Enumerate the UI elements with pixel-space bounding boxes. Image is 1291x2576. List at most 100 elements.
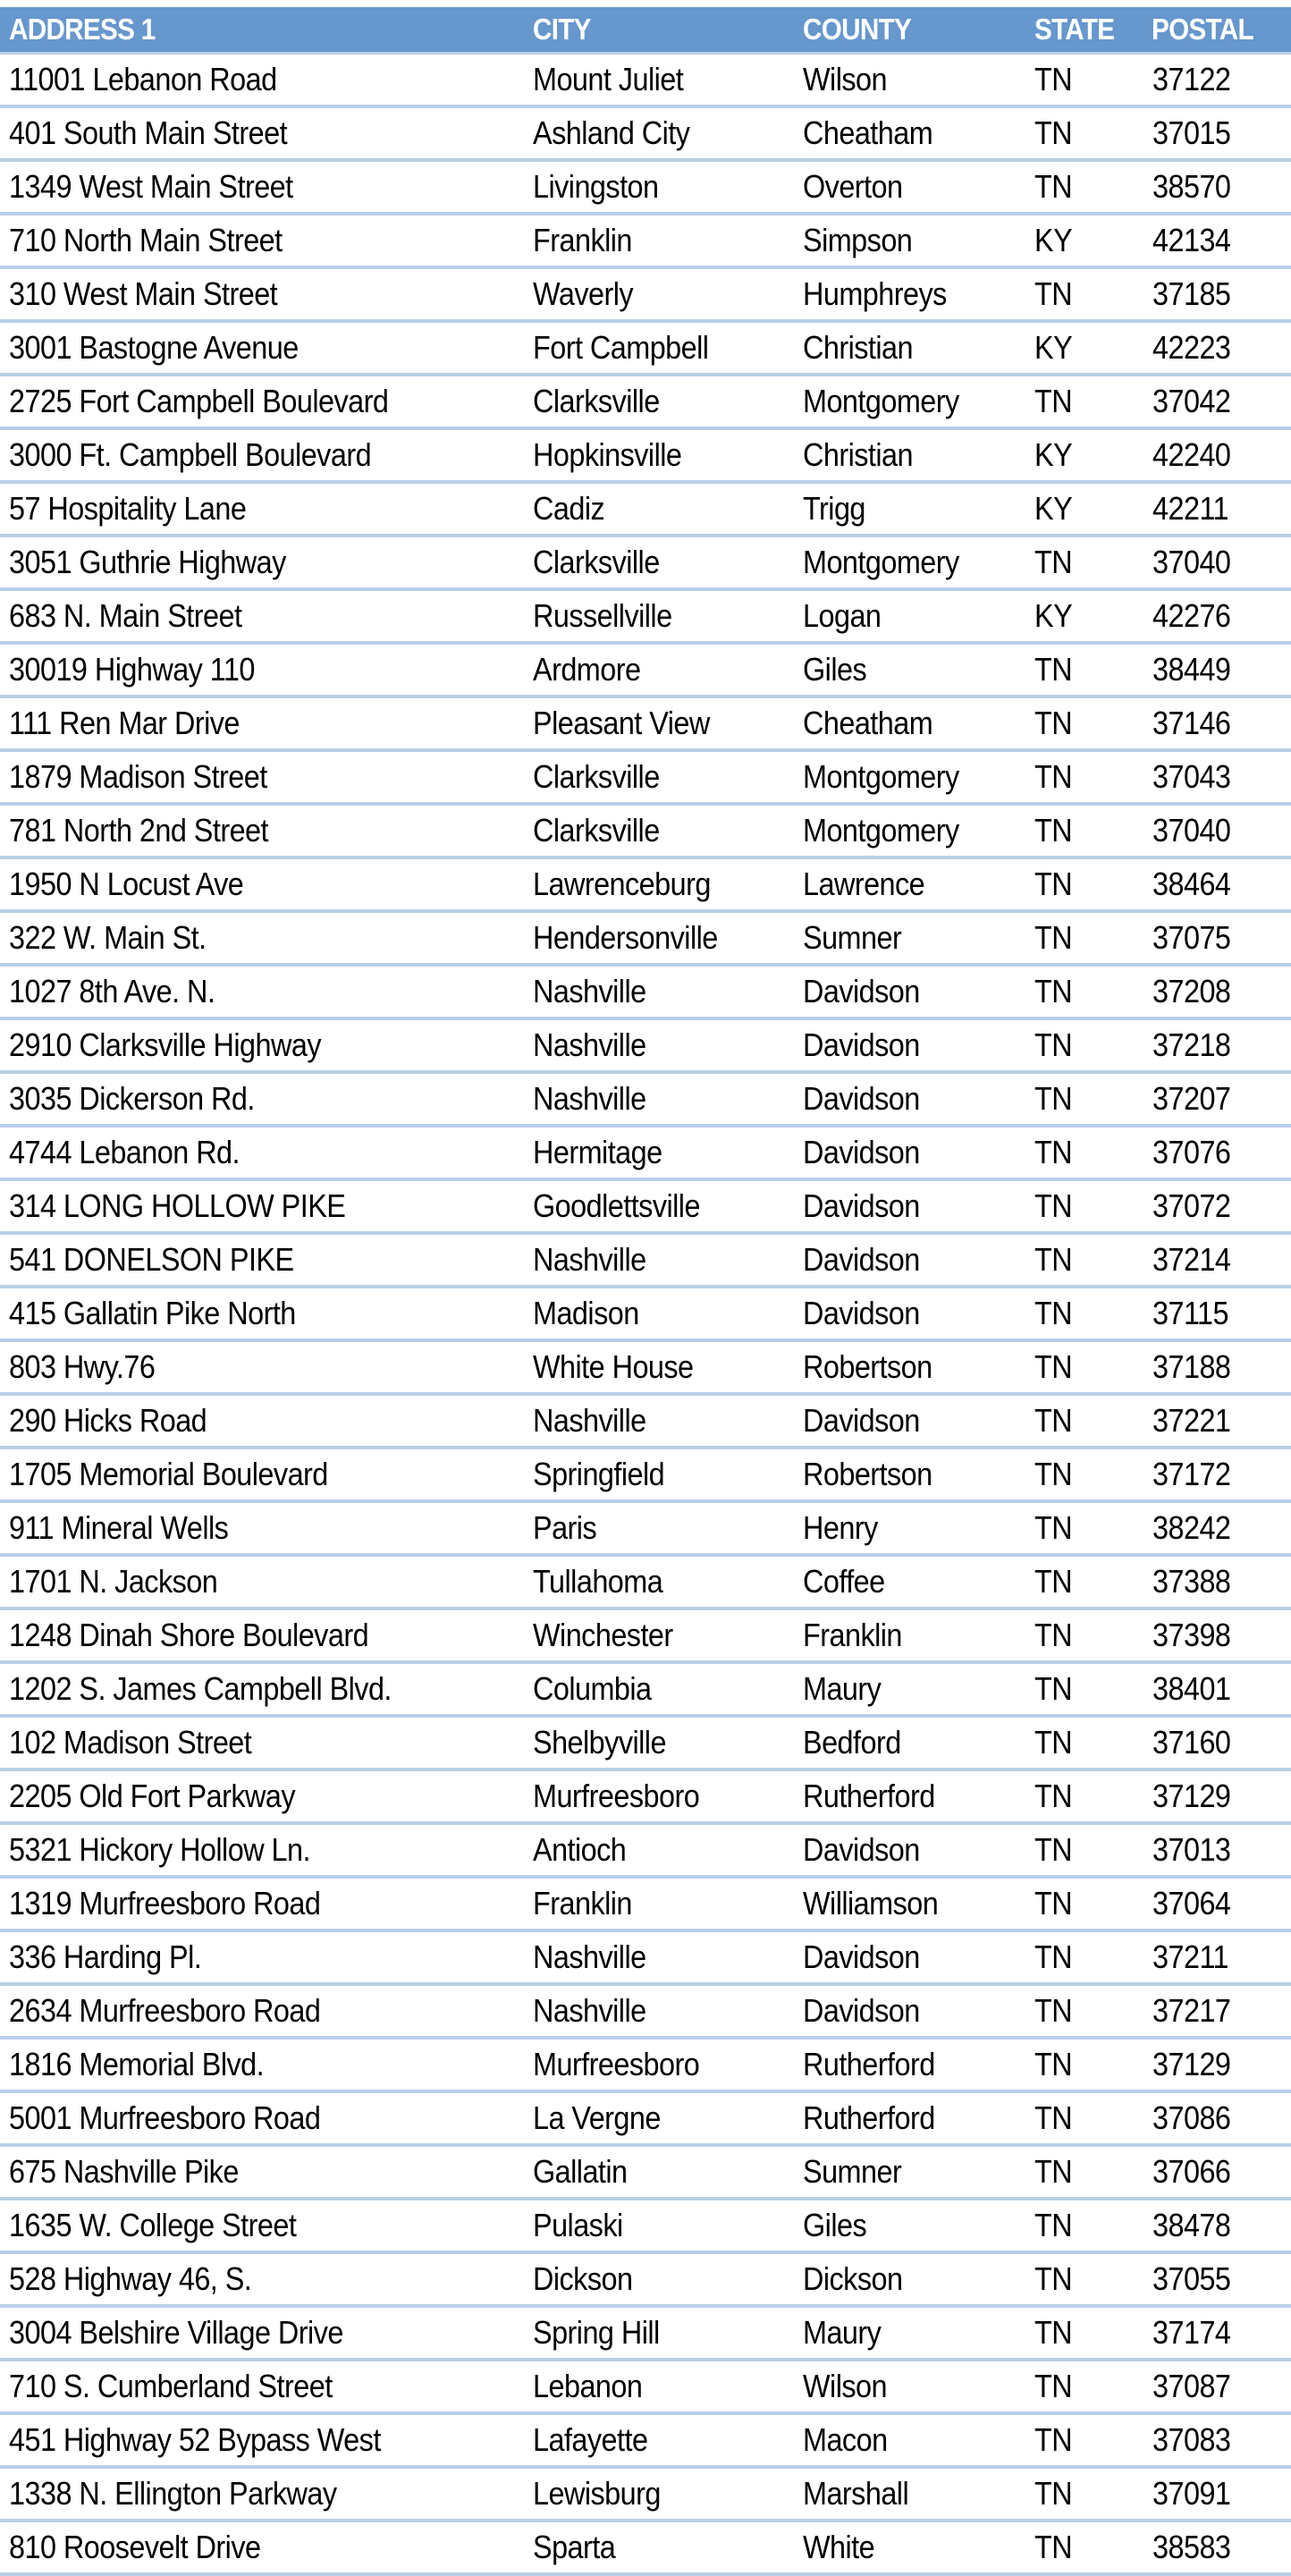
header-address[interactable]: ADDRESS 1	[9, 13, 156, 46]
header-state[interactable]: STATE	[1034, 13, 1115, 46]
cell-city: Hermitage	[533, 1134, 662, 1170]
table-row[interactable]: 401 South Main Street Ashland City Cheatha…	[0, 108, 1291, 162]
cell-postal: 37122	[1152, 61, 1231, 97]
cell-city: Shelbyville	[533, 1724, 666, 1761]
table-row[interactable]: 803 Hwy.76 White House Robertson TN 37188	[0, 1342, 1291, 1396]
table-row[interactable]: 57 Hospitality Lane Cadiz Trigg KY 42211	[0, 484, 1291, 537]
table-row[interactable]: 4744 Lebanon Rd. Hermitage Davidson TN 37076	[0, 1128, 1291, 1181]
table-row[interactable]: 1248 Dinah Shore Boulevard Winchester Fran…	[0, 1610, 1291, 1664]
cell-city: White House	[533, 1348, 694, 1385]
header-city[interactable]: CITY	[533, 13, 591, 46]
header-postal[interactable]: POSTAL	[1152, 13, 1254, 46]
cell-city: Lawrenceburg	[533, 866, 711, 902]
table-row[interactable]: 911 Mineral Wells Paris Henry TN 38242	[0, 1503, 1291, 1557]
table-row[interactable]: 2634 Murfreesboro Road Nashville Davidson T…	[0, 1986, 1291, 2040]
table-row[interactable]: 1202 S. James Campbell Blvd. Columbia Maur…	[0, 1664, 1291, 1718]
table-row[interactable]: 11001 Lebanon Road Mount Juliet Wilson TN 37…	[0, 55, 1291, 108]
table-row[interactable]: 1879 Madison Street Clarksville Montgomery…	[0, 752, 1291, 806]
table-row[interactable]: 322 W. Main St. Hendersonville Sumner TN 370…	[0, 913, 1291, 967]
cell-postal: 38449	[1152, 651, 1231, 688]
table-row[interactable]: 5321 Hickory Hollow Ln. Antioch Davidson TN…	[0, 1825, 1291, 1879]
table-row[interactable]: 3035 Dickerson Rd. Nashville Davidson TN 372…	[0, 1074, 1291, 1128]
cell-postal: 42276	[1152, 597, 1231, 634]
cell-postal: 42223	[1152, 329, 1231, 366]
cell-address: 1349 West Main Street	[9, 168, 293, 205]
cell-city: Clarksville	[533, 758, 660, 795]
table-row[interactable]: 710 North Main Street Franklin Simpson KY 42…	[0, 215, 1291, 269]
table-row[interactable]: 710 S. Cumberland Street Lebanon Wilson TN 3…	[0, 2361, 1291, 2415]
table-row[interactable]: 2910 Clarksville Highway Nashville Davidso…	[0, 1020, 1291, 1074]
cell-county: Trigg	[803, 490, 865, 527]
cell-address: 803 Hwy.76	[9, 1348, 156, 1385]
cell-city: Nashville	[533, 1026, 646, 1063]
cell-city: Nashville	[533, 973, 646, 1009]
table-row[interactable]: 310 West Main Street Waverly Humphreys TN 37…	[0, 269, 1291, 323]
cell-postal: 38242	[1152, 1509, 1231, 1546]
cell-county: Robertson	[803, 1456, 932, 1492]
cell-county: Christian	[803, 436, 914, 473]
cell-address: 111 Ren Mar Drive	[9, 705, 240, 741]
table-row[interactable]: 1950 N Locust Ave Lawrenceburg Lawrence TN 3…	[0, 859, 1291, 913]
cell-state: TN	[1034, 2475, 1073, 2512]
cell-postal: 37083	[1152, 2421, 1231, 2458]
table-row[interactable]: 111 Ren Mar Drive Pleasant View Cheatham TN…	[0, 698, 1291, 752]
cell-address: 322 W. Main St.	[9, 919, 207, 956]
cell-address: 710 S. Cumberland Street	[9, 2368, 333, 2404]
cell-address: 3035 Dickerson Rd.	[9, 1080, 255, 1117]
table-row[interactable]: 102 Madison Street Shelbyville Bedford TN 37…	[0, 1718, 1291, 1771]
table-row[interactable]: 415 Gallatin Pike North Madison Davidson TN…	[0, 1288, 1291, 1342]
cell-county: White	[803, 2529, 875, 2565]
table-row[interactable]: 1349 West Main Street Livingston Overton TN…	[0, 162, 1291, 215]
table-row[interactable]: 683 N. Main Street Russellville Logan KY 422…	[0, 591, 1291, 645]
table-row[interactable]: 3001 Bastogne Avenue Fort Campbell Christi…	[0, 323, 1291, 376]
header-county[interactable]: COUNTY	[803, 13, 912, 46]
cell-city: Columbia	[533, 1670, 652, 1707]
cell-state: TN	[1034, 2153, 1073, 2190]
cell-state: TN	[1034, 1670, 1073, 1707]
table-row[interactable]: 1319 Murfreesboro Road Franklin Williamson…	[0, 1879, 1291, 1932]
cell-address: 675 Nashville Pike	[9, 2153, 239, 2190]
table-row[interactable]: 1705 Memorial Boulevard Springfield Robert…	[0, 1449, 1291, 1503]
table-row[interactable]: 3051 Guthrie Highway Clarksville Montgomer…	[0, 537, 1291, 591]
cell-city: Clarksville	[533, 383, 660, 419]
cell-county: Davidson	[803, 1134, 920, 1170]
table-row[interactable]: 30019 Highway 110 Ardmore Giles TN 38449	[0, 645, 1291, 698]
cell-address: 290 Hicks Road	[9, 1402, 207, 1439]
cell-address: 541 DONELSON PIKE	[9, 1241, 294, 1278]
table-row[interactable]: 810 Roosevelt Drive Sparta White TN 38583	[0, 2522, 1291, 2576]
cell-county: Sumner	[803, 919, 902, 956]
cell-postal: 37398	[1152, 1617, 1231, 1653]
table-row[interactable]: 541 DONELSON PIKE Nashville Davidson TN 3721…	[0, 1235, 1291, 1288]
table-row[interactable]: 451 Highway 52 Bypass West Lafayette Macon…	[0, 2415, 1291, 2469]
cell-county: Davidson	[803, 1080, 920, 1117]
cell-city: Hopkinsville	[533, 436, 682, 473]
table-row[interactable]: 1027 8th Ave. N. Nashville Davidson TN 37208	[0, 967, 1291, 1020]
table-row[interactable]: 5001 Murfreesboro Road La Vergne Rutherfor…	[0, 2093, 1291, 2147]
cell-county: Simpson	[803, 222, 913, 258]
table-row[interactable]: 2205 Old Fort Parkway Murfreesboro Rutherf…	[0, 1771, 1291, 1825]
table-row[interactable]: 1816 Memorial Blvd. Murfreesboro Rutherfor…	[0, 2040, 1291, 2093]
table-row[interactable]: 314 LONG HOLLOW PIKE Goodlettsville Davids…	[0, 1181, 1291, 1235]
cell-postal: 38570	[1152, 168, 1231, 205]
cell-postal: 37086	[1152, 2099, 1231, 2136]
table-row[interactable]: 528 Highway 46, S. Dickson Dickson TN 37055	[0, 2254, 1291, 2308]
cell-city: La Vergne	[533, 2099, 661, 2136]
table-row[interactable]: 1338 N. Ellington Parkway Lewisburg Marsha…	[0, 2469, 1291, 2522]
cell-postal: 37160	[1152, 1724, 1231, 1761]
cell-postal: 37185	[1152, 275, 1231, 312]
table-row[interactable]: 675 Nashville Pike Gallatin Sumner TN 37066	[0, 2147, 1291, 2200]
table-row[interactable]: 336 Harding Pl. Nashville Davidson TN 37211	[0, 1932, 1291, 1986]
table-row[interactable]: 781 North 2nd Street Clarksville Montgomer…	[0, 806, 1291, 859]
cell-city: Fort Campbell	[533, 329, 709, 366]
cell-city: Ashland City	[533, 114, 690, 151]
cell-city: Goodlettsville	[533, 1187, 700, 1224]
table-row[interactable]: 1701 N. Jackson Tullahoma Coffee TN 37388	[0, 1557, 1291, 1610]
table-row[interactable]: 3004 Belshire Village Drive Spring Hill Ma…	[0, 2308, 1291, 2361]
table-row[interactable]: 290 Hicks Road Nashville Davidson TN 37221	[0, 1396, 1291, 1449]
table-row[interactable]: 2725 Fort Campbell Boulevard Clarksville M…	[0, 376, 1291, 430]
cell-postal: 37207	[1152, 1080, 1231, 1117]
cell-city: Clarksville	[533, 812, 660, 849]
table-row[interactable]: 3000 Ft. Campbell Boulevard Hopkinsville C…	[0, 430, 1291, 484]
cell-state: TN	[1034, 1241, 1073, 1278]
table-row[interactable]: 1635 W. College Street Pulaski Giles TN 3847…	[0, 2200, 1291, 2254]
